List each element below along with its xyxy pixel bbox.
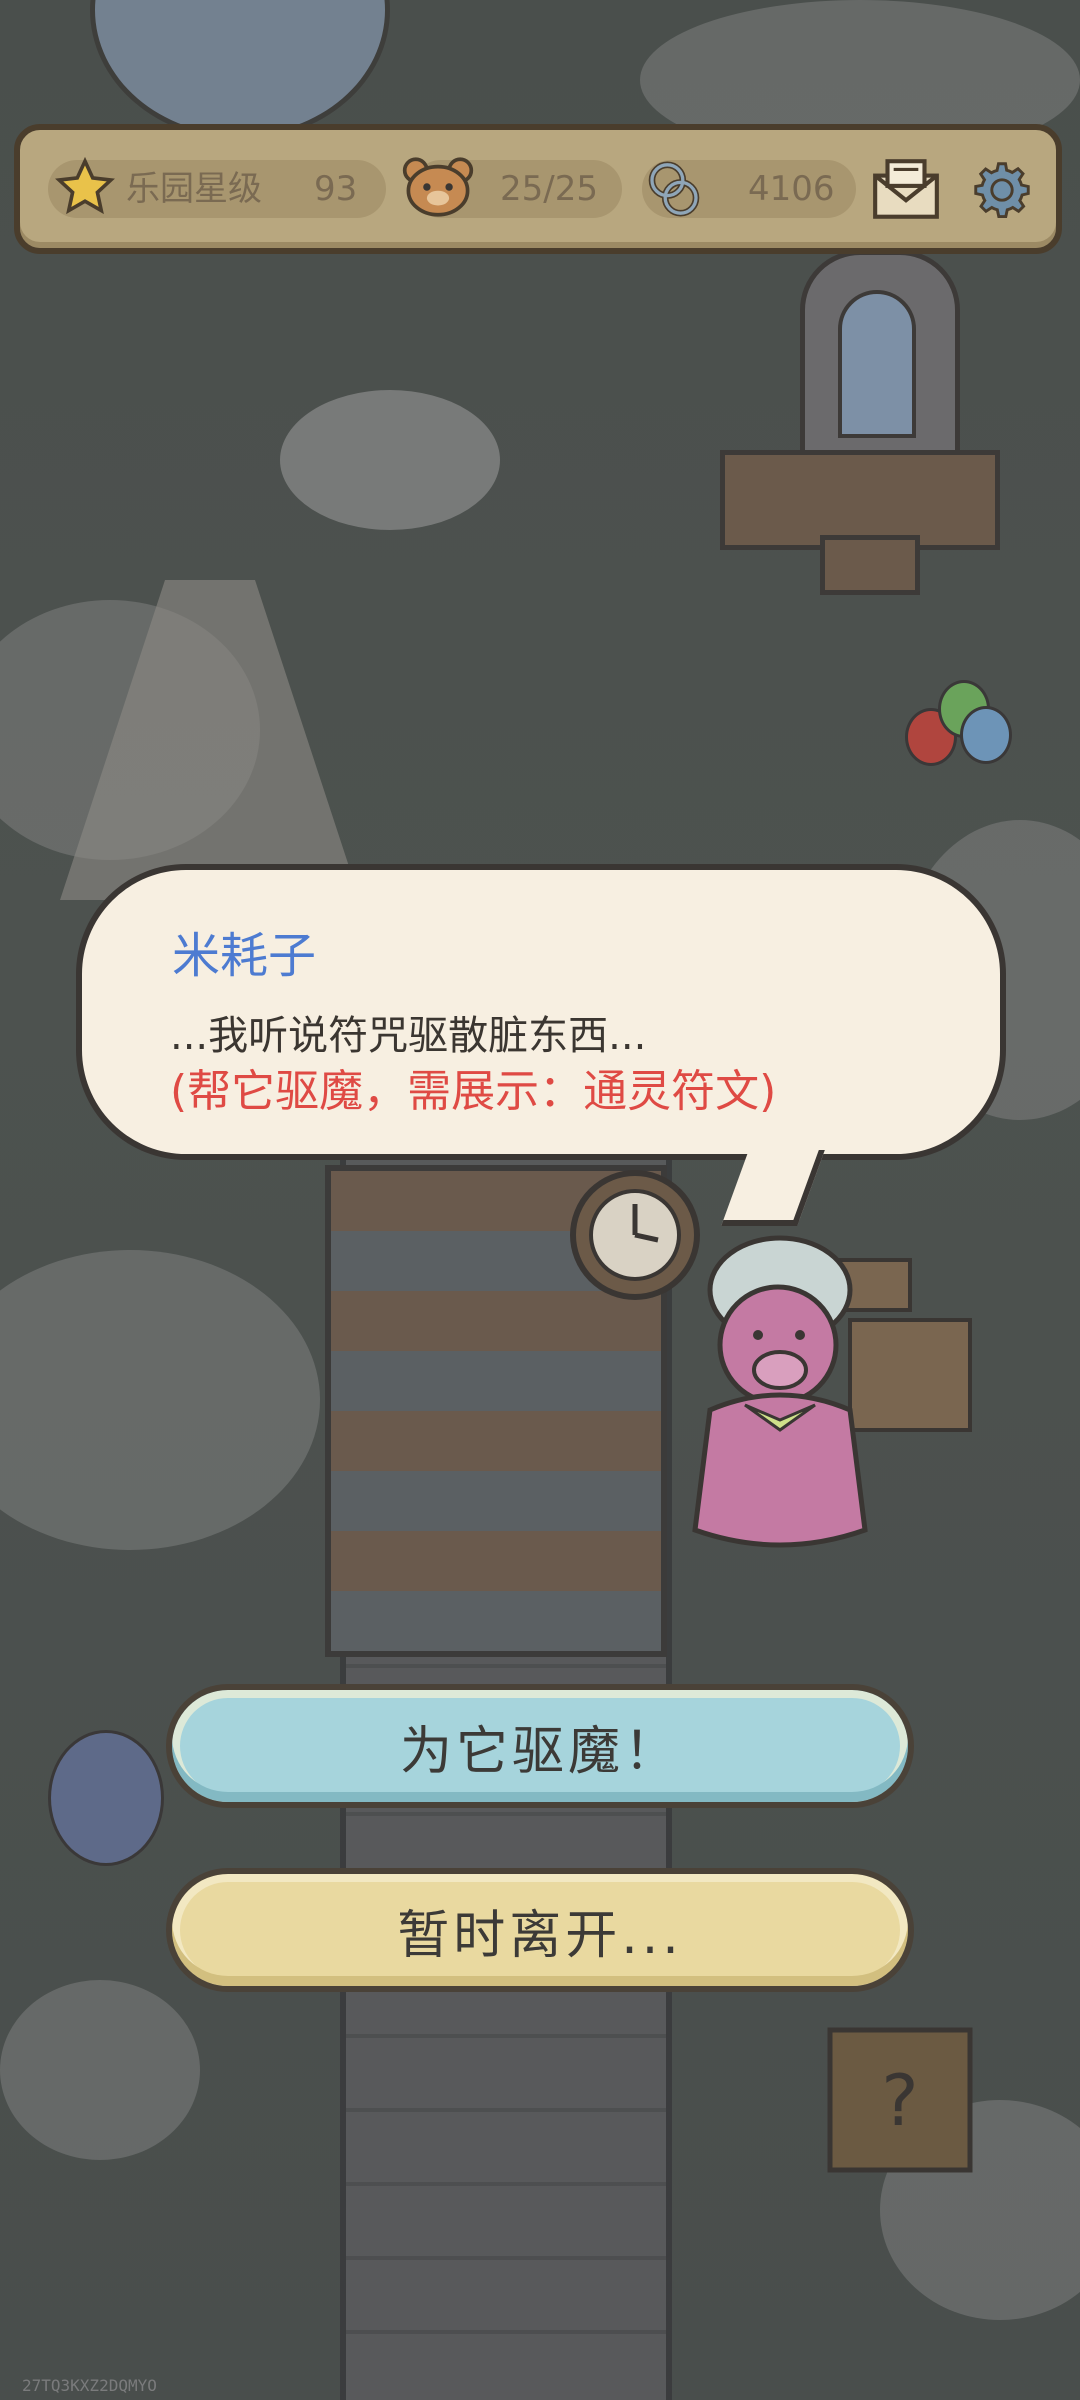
top-status-bar: 乐园星级 93 25/25 4106	[14, 124, 1062, 254]
snow-globe	[90, 0, 390, 140]
background-cloud	[280, 390, 500, 530]
infinity-value: 4106	[748, 169, 835, 209]
bear-icon	[398, 150, 478, 224]
dialog-text: ...我听说符咒驱散脏东西...	[170, 1013, 647, 1059]
game-background: ?	[0, 0, 1080, 2400]
exorcise-button[interactable]: 为它驱魔！	[166, 1684, 914, 1808]
infinity-icon	[634, 154, 714, 224]
star-label: 乐园星级	[126, 169, 262, 209]
svg-text:?: ?	[881, 2060, 918, 2142]
leave-button[interactable]: 暂时离开...	[166, 1868, 914, 1992]
background-cloud	[0, 1980, 200, 2160]
floating-arch-tower	[720, 250, 1000, 595]
watermark: 27TQ3KXZ2DQMYO	[22, 2376, 157, 2395]
star-icon	[50, 152, 120, 222]
speaker-name: 米耗子	[172, 928, 317, 984]
blue-balloon	[48, 1730, 164, 1866]
mail-icon[interactable]	[866, 150, 946, 230]
question-block: ?	[827, 2027, 973, 2173]
pink-bear-npc[interactable]	[650, 1230, 910, 1560]
blue-balloon	[960, 706, 1012, 764]
star-value: 93	[314, 169, 358, 209]
bear-value: 25/25	[500, 169, 598, 209]
background-cloud	[0, 1250, 320, 1550]
gear-icon[interactable]	[962, 150, 1042, 230]
dialog-hint: (帮它驱魔，需展示：通灵符文)	[170, 1066, 777, 1117]
